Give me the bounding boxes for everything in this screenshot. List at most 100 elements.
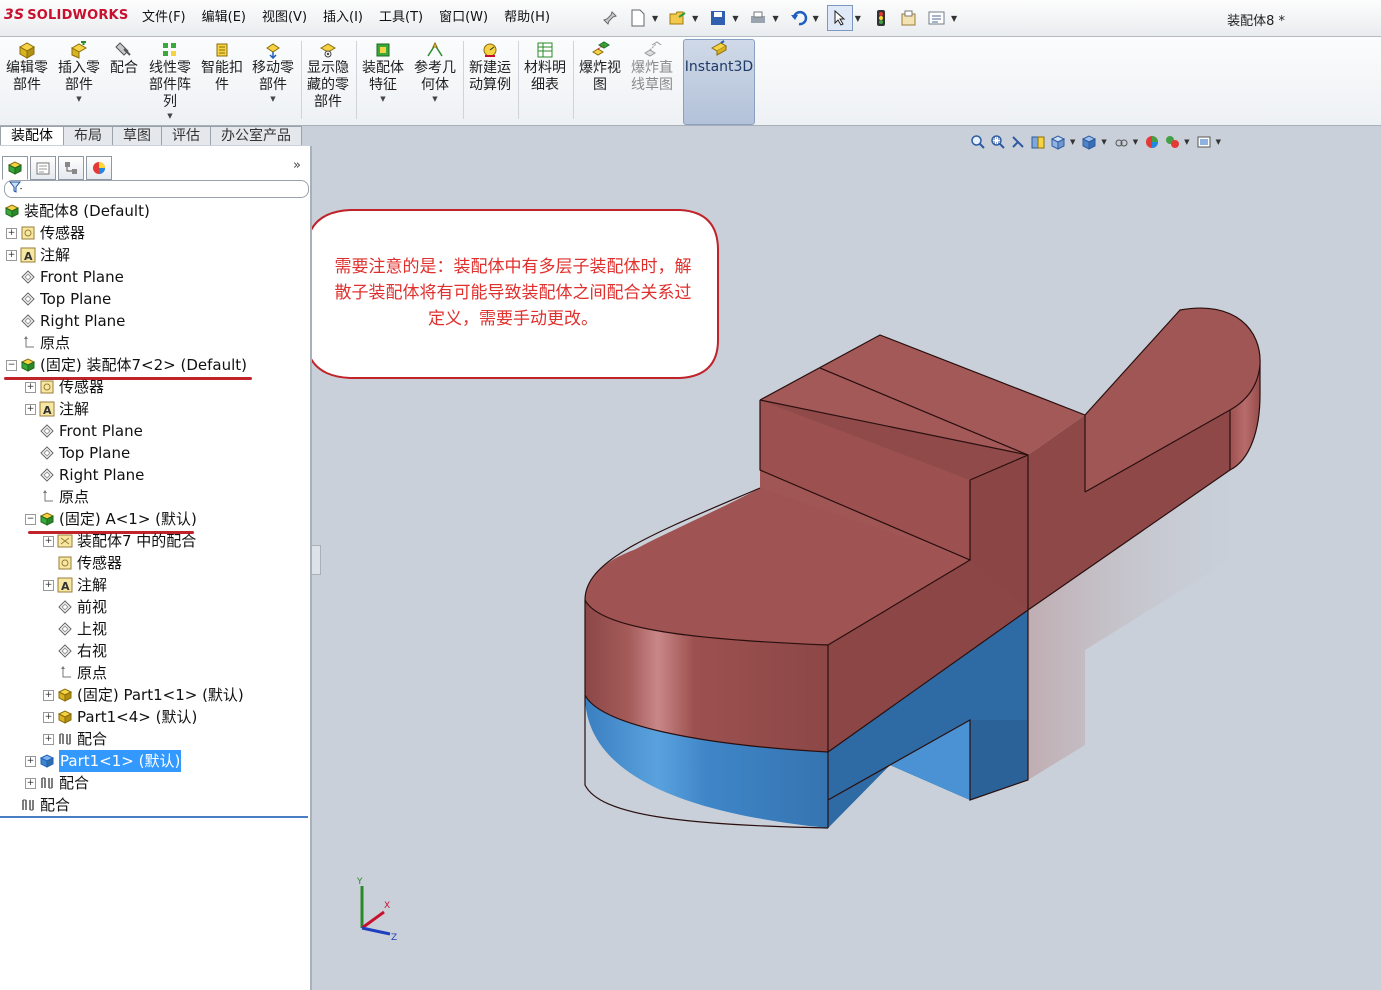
tree-item-mates-l1[interactable]: 配合	[6, 794, 70, 816]
edit-appearance-icon[interactable]	[1144, 134, 1160, 150]
feature-tree-tab[interactable]	[2, 156, 28, 180]
expand-plus-icon[interactable]: +	[43, 689, 54, 701]
collapse-minus-icon[interactable]: −	[6, 359, 17, 371]
expand-plus-icon[interactable]: +	[25, 403, 36, 415]
options-icon[interactable]	[925, 6, 949, 30]
tree-item-mates-l3[interactable]: + 配合	[43, 728, 107, 750]
pin-icon[interactable]	[598, 6, 622, 30]
save-icon[interactable]	[706, 6, 730, 30]
menu-insert[interactable]: 插入(I)	[315, 0, 371, 36]
chevron-down-icon[interactable]: ▼	[1101, 138, 1106, 146]
chevron-down-icon[interactable]: ▼	[432, 94, 437, 104]
new-document-icon[interactable]	[626, 6, 650, 30]
chevron-down-icon[interactable]: ▼	[855, 14, 861, 23]
linear-pattern-button[interactable]: 线性零 部件阵 列 ▼	[149, 41, 191, 121]
tree-item-part1-4[interactable]: + Part1<4> (默认)	[43, 706, 197, 728]
tree-item-right-plane-l2[interactable]: Right Plane	[25, 464, 144, 486]
new-motion-study-button[interactable]: 新建运 动算例	[469, 41, 511, 94]
tree-item-subassembly-a[interactable]: − (固定) A<1> (默认)	[25, 508, 197, 530]
tree-item-annotations-l3[interactable]: + A 注解	[43, 574, 107, 596]
chevron-down-icon[interactable]: ▼	[772, 14, 778, 23]
panel-collapse-handle[interactable]	[311, 545, 321, 575]
traffic-light-icon[interactable]	[869, 6, 893, 30]
tree-item-front-view-plane[interactable]: 前视	[43, 596, 107, 618]
undo-icon[interactable]	[787, 6, 811, 30]
menu-view[interactable]: 视图(V)	[254, 0, 315, 36]
collapse-minus-icon[interactable]: −	[25, 513, 36, 525]
tree-item-origin-l3[interactable]: 原点	[43, 662, 107, 684]
explode-line-sketch-button[interactable]: 爆炸直 线草图	[631, 41, 673, 94]
chevron-down-icon[interactable]: ▼	[1216, 138, 1221, 146]
tab-evaluate[interactable]: 评估	[161, 126, 211, 145]
expand-plus-icon[interactable]: +	[6, 227, 17, 239]
move-component-button[interactable]: 移动零 部件 ▼	[252, 41, 294, 104]
chevron-down-icon[interactable]: ▼	[1070, 138, 1075, 146]
display-style-icon[interactable]	[1081, 134, 1097, 150]
tree-item-front-plane-l2[interactable]: Front Plane	[25, 420, 143, 442]
menu-help[interactable]: 帮助(H)	[496, 0, 558, 36]
tree-item-annotations-l2[interactable]: + A 注解	[25, 398, 89, 420]
assembly-features-button[interactable]: 装配体 特征 ▼	[362, 41, 404, 104]
bill-of-materials-button[interactable]: 材料明 细表	[524, 41, 566, 94]
file-properties-icon[interactable]	[897, 6, 921, 30]
menu-window[interactable]: 窗口(W)	[431, 0, 496, 36]
view-orientation-icon[interactable]	[1050, 134, 1066, 150]
expand-plus-icon[interactable]: +	[43, 711, 54, 723]
tree-item-front-plane[interactable]: Front Plane	[6, 266, 124, 288]
print-icon[interactable]	[746, 6, 770, 30]
chevron-down-icon[interactable]: ▼	[167, 111, 172, 121]
tree-item-top-view-plane[interactable]: 上视	[43, 618, 107, 640]
tree-item-subassembly-7[interactable]: − (固定) 装配体7<2> (Default)	[6, 354, 247, 376]
tree-item-part1-1-fixed[interactable]: + (固定) Part1<1> (默认)	[43, 684, 244, 706]
zoom-to-area-icon[interactable]	[990, 134, 1006, 150]
mate-button[interactable]: 配合	[110, 41, 138, 77]
expand-plus-icon[interactable]: +	[25, 755, 36, 767]
tree-item-annotations[interactable]: + A 注解	[6, 244, 70, 266]
edit-component-button[interactable]: 编辑零 部件	[6, 41, 48, 94]
panel-expand-button[interactable]: »	[293, 158, 301, 173]
menu-tools[interactable]: 工具(T)	[371, 0, 431, 36]
expand-plus-icon[interactable]: +	[43, 579, 54, 591]
zoom-to-fit-icon[interactable]	[970, 134, 986, 150]
smart-fasteners-button[interactable]: 智能扣 件	[201, 41, 243, 94]
apply-scene-icon[interactable]	[1164, 134, 1180, 150]
chevron-down-icon[interactable]: ▼	[692, 14, 698, 23]
expand-plus-icon[interactable]: +	[43, 535, 54, 547]
open-icon[interactable]	[666, 6, 690, 30]
tree-root-assembly[interactable]: 装配体8 (Default)	[4, 200, 150, 222]
tree-item-top-plane[interactable]: Top Plane	[6, 288, 111, 310]
expand-plus-icon[interactable]: +	[25, 777, 36, 789]
tree-item-origin[interactable]: 原点	[6, 332, 70, 354]
tree-item-right-plane[interactable]: Right Plane	[6, 310, 125, 332]
tree-item-mates-in-assembly7[interactable]: + 装配体7 中的配合	[43, 530, 196, 552]
property-manager-tab[interactable]	[30, 156, 56, 180]
tab-sketch[interactable]: 草图	[112, 126, 162, 145]
instant3d-button[interactable]: Instant3D	[683, 39, 755, 125]
configuration-manager-tab[interactable]	[58, 156, 84, 180]
expand-plus-icon[interactable]: +	[6, 249, 17, 261]
tab-office-products[interactable]: 办公室产品	[210, 126, 302, 145]
chevron-down-icon[interactable]: ▼	[380, 94, 385, 104]
insert-component-button[interactable]: 插入零 部件 ▼	[58, 41, 100, 104]
tree-item-mates-l2[interactable]: + 配合	[25, 772, 89, 794]
tree-item-top-plane-l2[interactable]: Top Plane	[25, 442, 130, 464]
show-hidden-components-button[interactable]: 显示隐 藏的零 部件	[307, 41, 349, 111]
expand-plus-icon[interactable]: +	[25, 381, 36, 393]
hide-show-items-icon[interactable]	[1113, 134, 1129, 150]
menu-file[interactable]: 文件(F)	[134, 0, 194, 36]
section-view-icon[interactable]	[1030, 134, 1046, 150]
expand-plus-icon[interactable]: +	[43, 733, 54, 745]
chevron-down-icon[interactable]: ▼	[270, 94, 275, 104]
exploded-view-button[interactable]: 爆炸视 图	[579, 41, 621, 94]
chevron-down-icon[interactable]: ▼	[951, 14, 957, 23]
previous-view-icon[interactable]	[1010, 134, 1026, 150]
solidworks-logo[interactable]: 3S SOLIDWORKS	[4, 7, 128, 29]
chevron-down-icon[interactable]: ▼	[813, 14, 819, 23]
chevron-down-icon[interactable]: ▼	[1133, 138, 1138, 146]
menu-edit[interactable]: 编辑(E)	[194, 0, 254, 36]
chevron-down-icon[interactable]: ▼	[732, 14, 738, 23]
tree-item-right-view-plane[interactable]: 右视	[43, 640, 107, 662]
tree-item-sensors[interactable]: + 传感器	[6, 222, 85, 244]
tab-layout[interactable]: 布局	[63, 126, 113, 145]
tree-item-part1-1-selected[interactable]: + Part1<1> (默认)	[25, 750, 182, 772]
